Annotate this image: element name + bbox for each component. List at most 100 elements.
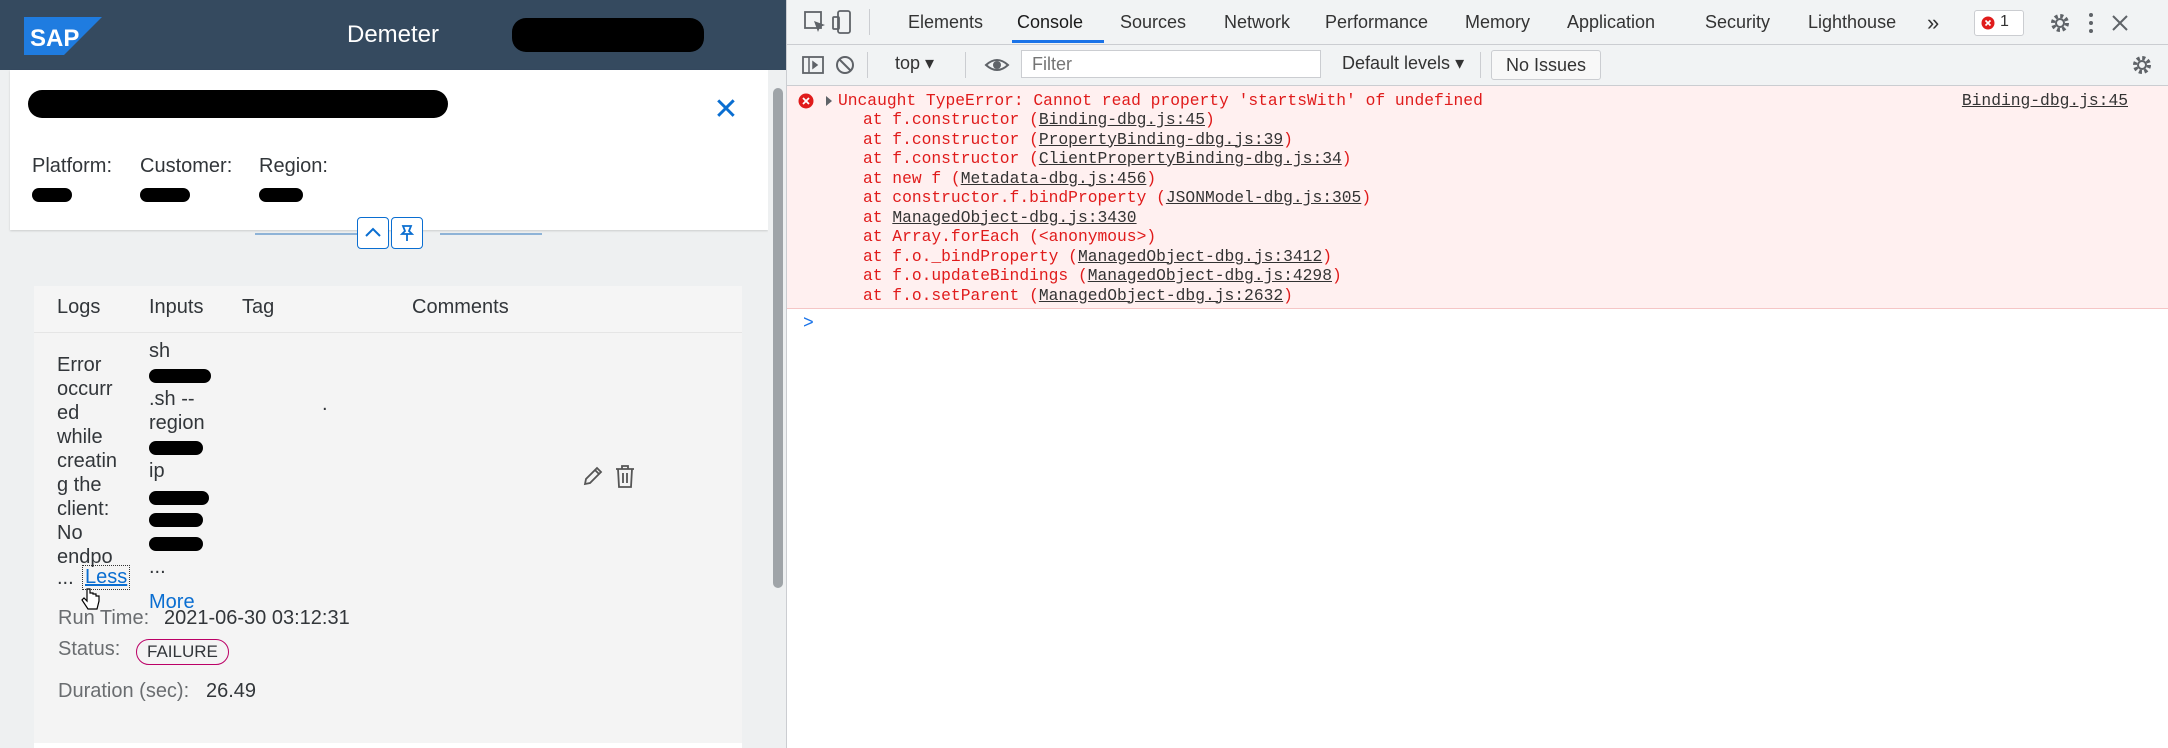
tab-sources[interactable]: Sources xyxy=(1120,12,1186,33)
duration-label: Duration (sec): xyxy=(58,680,190,702)
stack-frame: at constructor.f.bindProperty (JSONModel… xyxy=(863,188,1371,208)
stack-frame-link[interactable]: PropertyBinding-dbg.js:39 xyxy=(1039,130,1283,149)
duration-value: 26.49 xyxy=(206,680,257,702)
console-error-message[interactable]: Uncaught TypeError: Cannot read property… xyxy=(787,86,2168,309)
inspect-element-icon[interactable] xyxy=(801,8,829,36)
stack-frame: at f.o._bindProperty (ManagedObject-dbg.… xyxy=(863,247,1371,267)
stack-frame-text: at f.constructor ( xyxy=(863,149,1039,168)
column-logs[interactable]: Logs xyxy=(57,296,100,319)
stack-frame-link[interactable]: Binding-dbg.js:45 xyxy=(1039,110,1205,129)
error-counter-button[interactable]: 1 xyxy=(1974,10,2024,36)
device-toolbar-icon[interactable] xyxy=(829,8,857,36)
console-toolbar: top ▾ Default levels ▾ No Issues xyxy=(787,45,2168,86)
stack-frame-text: at new f ( xyxy=(863,168,961,188)
expand-triangle-icon[interactable] xyxy=(824,95,834,107)
close-devtools-icon[interactable] xyxy=(2106,9,2134,37)
stack-frame-text: ) xyxy=(1361,188,1372,207)
redacted-region-value xyxy=(259,188,303,202)
tab-application[interactable]: Application xyxy=(1567,12,1655,33)
tab-elements[interactable]: Elements xyxy=(908,12,983,33)
active-tab-indicator xyxy=(1012,40,1104,43)
clear-console-icon[interactable] xyxy=(831,51,859,79)
edit-icon[interactable] xyxy=(580,462,606,490)
stack-frame-text: at constructor.f.bindProperty ( xyxy=(863,188,1166,207)
context-select[interactable]: top ▾ xyxy=(895,53,934,74)
log-levels-value: Default levels xyxy=(1342,53,1451,73)
redacted-user xyxy=(512,18,704,52)
eye-icon[interactable] xyxy=(983,51,1011,79)
sidebar-toggle-icon[interactable] xyxy=(799,51,827,79)
collapse-header-button[interactable] xyxy=(357,217,389,249)
chevron-up-icon xyxy=(365,227,381,237)
stack-frame-text: ) xyxy=(1341,149,1352,168)
error-source-link[interactable]: Binding-dbg.js:45 xyxy=(1962,91,2128,110)
divider xyxy=(965,52,966,78)
column-comments[interactable]: Comments xyxy=(412,296,509,319)
stack-frame-text: at f.o.updateBindings ( xyxy=(863,266,1088,285)
stack-frame: at ManagedObject-dbg.js:3430 xyxy=(863,208,1371,228)
stack-frame: at f.o.setParent (ManagedObject-dbg.js:2… xyxy=(863,286,1371,306)
stack-frame-link[interactable]: ManagedObject-dbg.js:3412 xyxy=(1078,247,1322,266)
tab-network[interactable]: Network xyxy=(1224,12,1290,33)
error-message-text[interactable]: Uncaught TypeError: Cannot read property… xyxy=(838,91,1483,110)
settings-gear-icon[interactable] xyxy=(2046,9,2074,37)
log-ellipsis: ... xyxy=(57,567,74,589)
sap-app: SAP Demeter ✕ Platform: Customer: Region… xyxy=(0,0,786,748)
context-value: top xyxy=(895,53,921,73)
redacted-input xyxy=(149,513,203,527)
object-header: ✕ Platform: Customer: Region: xyxy=(10,70,768,230)
divider xyxy=(869,9,870,35)
redacted-object-title xyxy=(28,90,448,118)
stack-frame-text: at f.o._bindProperty ( xyxy=(863,246,1078,266)
more-tabs-chevron-icon[interactable]: » xyxy=(1927,10,1939,36)
header-collapse-bar xyxy=(10,217,768,249)
stack-frame-text: ) xyxy=(1322,246,1332,266)
stack-frame: at f.o.updateBindings (ManagedObject-dbg… xyxy=(863,266,1371,286)
error-icon xyxy=(1981,16,1995,30)
logs-table: Logs Inputs Tag Comments Error occurr ed… xyxy=(34,286,742,748)
redacted-input xyxy=(149,491,209,505)
tab-security[interactable]: Security xyxy=(1705,12,1770,33)
shell-bar: SAP Demeter xyxy=(0,0,786,70)
delete-icon[interactable] xyxy=(612,462,638,490)
scrollbar[interactable] xyxy=(768,70,786,748)
divider xyxy=(255,233,357,235)
close-button[interactable]: ✕ xyxy=(708,92,744,128)
platform-label: Platform: xyxy=(32,155,113,177)
error-icon xyxy=(798,93,814,109)
stack-frame-link[interactable]: ManagedObject-dbg.js:2632 xyxy=(1039,286,1283,305)
scrollbar-thumb[interactable] xyxy=(773,88,783,588)
devtools-panel: Elements Console Sources Network Perform… xyxy=(787,0,2168,748)
log-message: Error occurr ed while creatin g the clie… xyxy=(57,354,118,568)
stack-frame: at f.constructor (Binding-dbg.js:45) xyxy=(863,110,1371,130)
kebab-menu-icon[interactable] xyxy=(2077,9,2105,37)
issues-button[interactable]: No Issues xyxy=(1491,50,1602,80)
redacted-platform-value xyxy=(32,188,72,202)
filter-input[interactable] xyxy=(1021,50,1321,78)
log-levels-select[interactable]: Default levels ▾ xyxy=(1342,53,1464,74)
console-prompt[interactable]: > xyxy=(803,314,814,334)
tab-performance[interactable]: Performance xyxy=(1325,12,1428,33)
redacted-input xyxy=(149,441,203,455)
console-settings-gear-icon[interactable] xyxy=(2128,51,2156,79)
stack-frame-link[interactable]: Metadata-dbg.js:456 xyxy=(961,169,1147,188)
pin-header-button[interactable] xyxy=(391,217,423,249)
status-badge: FAILURE xyxy=(136,639,229,665)
stack-frame-link[interactable]: JSONModel-dbg.js:305 xyxy=(1166,188,1361,207)
tab-console[interactable]: Console xyxy=(1017,12,1083,33)
stack-frame-link[interactable]: ClientPropertyBinding-dbg.js:34 xyxy=(1039,149,1342,168)
tab-lighthouse[interactable]: Lighthouse xyxy=(1808,12,1896,33)
redacted-input xyxy=(149,537,203,551)
column-inputs[interactable]: Inputs xyxy=(149,296,203,319)
column-tag[interactable]: Tag xyxy=(242,296,274,319)
stack-frame-link[interactable]: ManagedObject-dbg.js:4298 xyxy=(1088,266,1332,285)
pin-icon xyxy=(399,225,415,241)
table-row[interactable]: Error occurr ed while creatin g the clie… xyxy=(34,333,742,743)
stack-frame-text: ) xyxy=(1204,110,1215,129)
stack-frame-link[interactable]: ManagedObject-dbg.js:3430 xyxy=(892,208,1136,227)
stack-frame-text: ) xyxy=(1331,266,1342,285)
stack-frame-text: ) xyxy=(1283,129,1293,149)
tab-memory[interactable]: Memory xyxy=(1465,12,1530,33)
stack-frame-text: at f.constructor ( xyxy=(863,110,1039,129)
stack-frame-text: ) xyxy=(1283,285,1293,305)
